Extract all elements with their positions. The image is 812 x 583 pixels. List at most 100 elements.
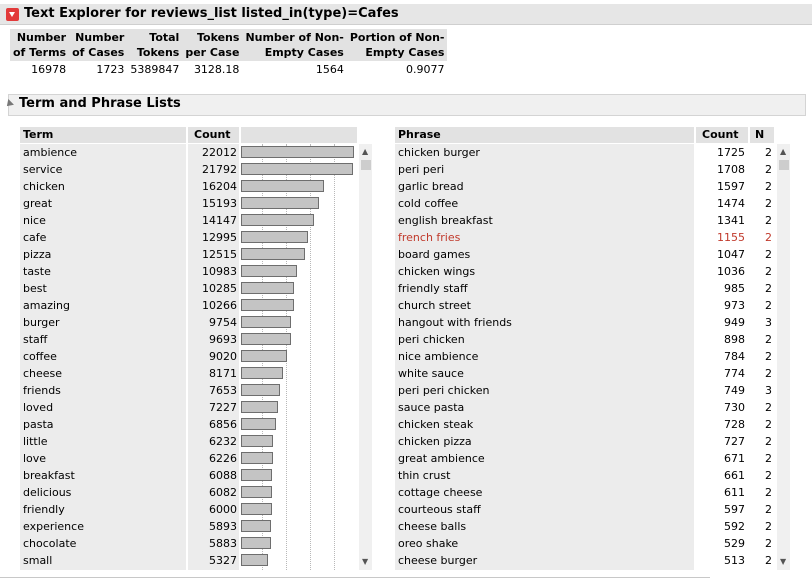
red-triangle-menu-icon[interactable] xyxy=(6,8,19,21)
term-cell[interactable]: experience xyxy=(23,518,84,535)
term-cell[interactable]: chocolate xyxy=(23,535,76,552)
phrase-cell[interactable]: church street xyxy=(398,297,471,314)
term-count-bar xyxy=(241,316,291,328)
scroll-thumb[interactable] xyxy=(361,160,371,170)
term-cell[interactable]: coffee xyxy=(23,348,57,365)
stats-header-line: of Cases xyxy=(72,46,125,59)
phrase-cell[interactable]: board games xyxy=(398,246,470,263)
scroll-down-icon[interactable]: ▼ xyxy=(780,558,786,566)
scroll-up-icon[interactable]: ▲ xyxy=(780,148,786,156)
phrase-cell[interactable]: chicken burger xyxy=(398,144,480,161)
term-count-bar xyxy=(241,384,280,396)
phrase-cell[interactable]: oreo shake xyxy=(398,535,458,552)
phrase-count-cell: 784 xyxy=(724,350,745,363)
term-list-scrollbar[interactable]: ▲ ▼ xyxy=(359,144,372,570)
phrase-n-cell: 2 xyxy=(765,452,772,465)
term-cell[interactable]: friendly xyxy=(23,501,65,518)
phrase-cell[interactable]: courteous staff xyxy=(398,501,481,518)
phrase-count-column-header[interactable]: Count xyxy=(696,127,748,143)
term-cell[interactable]: loved xyxy=(23,399,53,416)
phrase-cell[interactable]: great ambience xyxy=(398,450,485,467)
term-cell[interactable]: great xyxy=(23,195,52,212)
phrase-cell[interactable]: sauce pasta xyxy=(398,399,464,416)
phrase-count-cell: 985 xyxy=(724,282,745,295)
term-cell[interactable]: ambience xyxy=(23,144,77,161)
phrase-cell[interactable]: chicken wings xyxy=(398,263,475,280)
scroll-thumb[interactable] xyxy=(779,160,789,170)
scroll-up-icon[interactable]: ▲ xyxy=(362,148,368,156)
phrase-cell[interactable]: chicken pizza xyxy=(398,433,472,450)
term-cell[interactable]: love xyxy=(23,450,46,467)
term-cell[interactable]: cafe xyxy=(23,229,46,246)
term-cell[interactable]: pizza xyxy=(23,246,51,263)
phrase-cell[interactable]: garlic bread xyxy=(398,178,464,195)
term-cell[interactable]: little xyxy=(23,433,48,450)
term-cell[interactable]: amazing xyxy=(23,297,70,314)
term-cell[interactable]: best xyxy=(23,280,47,297)
term-cell[interactable]: nice xyxy=(23,212,46,229)
phrase-n-cell: 2 xyxy=(765,367,772,380)
phrase-cell[interactable]: cheese balls xyxy=(398,518,466,535)
term-cell[interactable]: chicken xyxy=(23,178,65,195)
term-count-cell: 8171 xyxy=(209,367,237,380)
stats-column-header: Tokens per Case xyxy=(182,29,243,61)
phrase-count-cell: 774 xyxy=(724,367,745,380)
term-count-cell: 7227 xyxy=(209,401,237,414)
n-column-header[interactable]: N xyxy=(750,127,774,143)
term-cell[interactable]: friends xyxy=(23,382,61,399)
term-cell[interactable]: breakfast xyxy=(23,467,75,484)
term-cell[interactable]: pasta xyxy=(23,416,54,433)
phrase-header-label: Phrase xyxy=(398,128,441,141)
phrase-cell[interactable]: peri peri xyxy=(398,161,444,178)
term-cell[interactable]: staff xyxy=(23,331,47,348)
phrase-cell[interactable]: english breakfast xyxy=(398,212,493,229)
phrase-cell[interactable]: hangout with friends xyxy=(398,314,512,331)
stats-value: 5389847 xyxy=(130,63,180,76)
phrase-cell[interactable]: nice ambience xyxy=(398,348,478,365)
term-count-bar xyxy=(241,231,308,243)
term-count-cell: 5883 xyxy=(209,537,237,550)
count-header-label: Count xyxy=(194,128,231,141)
phrase-count-cell: 1597 xyxy=(717,180,745,193)
stats-column-header: Number of Terms xyxy=(10,29,70,61)
phrase-n-cell: 2 xyxy=(765,333,772,346)
term-count-bar xyxy=(241,265,297,277)
phrase-cell[interactable]: thin crust xyxy=(398,467,450,484)
report-title: Text Explorer for reviews_list listed_in… xyxy=(24,6,399,21)
term-cell[interactable]: cheese xyxy=(23,365,62,382)
phrase-cell[interactable]: cottage cheese xyxy=(398,484,482,501)
phrase-column-header[interactable]: Phrase xyxy=(395,127,694,143)
phrase-list-scrollbar[interactable]: ▲ ▼ xyxy=(777,144,790,570)
phrase-cell[interactable]: chicken steak xyxy=(398,416,473,433)
phrase-cell[interactable]: friendly staff xyxy=(398,280,468,297)
term-cell[interactable]: taste xyxy=(23,263,51,280)
phrase-n-cell: 2 xyxy=(765,231,772,244)
phrase-cell[interactable]: white sauce xyxy=(398,365,464,382)
phrase-cell[interactable]: peri chicken xyxy=(398,331,465,348)
term-count-cell: 12995 xyxy=(202,231,237,244)
term-count-bar xyxy=(241,503,272,515)
phrase-n-cell: 2 xyxy=(765,214,772,227)
term-count-bar xyxy=(241,163,353,175)
phrase-n-cell: 2 xyxy=(765,503,772,516)
phrase-cell[interactable]: french fries xyxy=(398,229,460,246)
scroll-down-icon[interactable]: ▼ xyxy=(362,558,368,566)
phrase-n-cell: 2 xyxy=(765,537,772,550)
term-cell[interactable]: burger xyxy=(23,314,60,331)
term-column-header[interactable]: Term xyxy=(20,127,186,143)
term-count-bar xyxy=(241,452,273,464)
stats-header-line: Tokens xyxy=(136,46,180,59)
term-count-bar xyxy=(241,486,272,498)
phrase-cell[interactable]: peri peri chicken xyxy=(398,382,490,399)
phrase-count-cell: 1708 xyxy=(717,163,745,176)
stats-value: 1723 xyxy=(96,63,125,76)
stats-column-header: Number of Cases xyxy=(69,29,128,61)
count-column-header[interactable]: Count xyxy=(188,127,239,143)
term-cell[interactable]: service xyxy=(23,161,62,178)
phrase-count-header-label: Count xyxy=(702,128,739,141)
term-cell[interactable]: small xyxy=(23,552,52,569)
term-count-bar xyxy=(241,282,294,294)
phrase-cell[interactable]: cold coffee xyxy=(398,195,458,212)
term-cell[interactable]: delicious xyxy=(23,484,71,501)
phrase-cell[interactable]: cheese burger xyxy=(398,552,477,569)
